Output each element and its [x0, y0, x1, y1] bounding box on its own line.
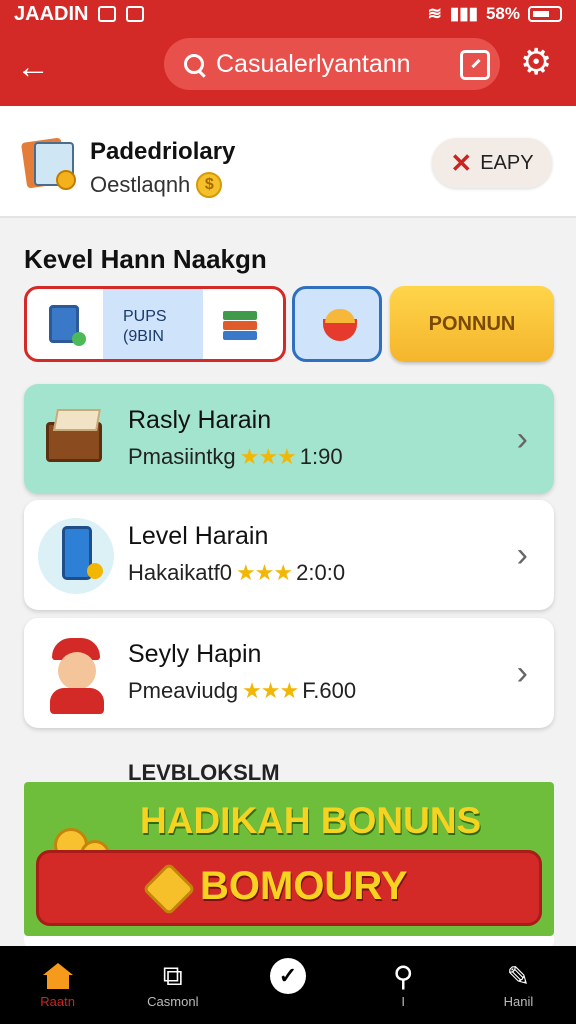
- status-bar: JAADIN ≋ ▮▮▮ 58%: [0, 0, 576, 28]
- books-icon: [223, 307, 259, 343]
- profile-row: Padedriolary Oestlaqnh $ ✕ EAPY: [0, 106, 576, 218]
- search-input[interactable]: Casualerlyantann: [164, 38, 500, 90]
- image-icon: [126, 6, 145, 22]
- list-item-subtitle: Pmeaviudg ★★★ F.600: [128, 678, 357, 703]
- category-chips: PUPS (9BIN PONNUN: [24, 286, 554, 364]
- nav-label: I: [401, 994, 406, 1009]
- profile-image: [20, 136, 78, 190]
- promo-headline: HADIKAH BONUNS: [140, 800, 482, 841]
- app-name: JAADIN: [14, 2, 89, 25]
- list-item[interactable]: Rasly Harain Pmasiintkg ★★★ 1:90 ›: [24, 384, 554, 494]
- battery-icon: [528, 6, 562, 22]
- grid-icon: ⧉: [162, 959, 183, 991]
- bonus-banner[interactable]: HADIKAH BONUNS BOMOURY: [24, 782, 554, 936]
- coin-icon: $: [196, 172, 223, 198]
- stars-icon: ★★★: [239, 444, 297, 469]
- tablet-icon: [49, 305, 86, 346]
- profile-subtitle: Oestlaqnh $: [90, 172, 223, 198]
- nav-label: Raatn: [40, 994, 75, 1009]
- nav-label: Casmonl: [147, 994, 199, 1009]
- avatar: [42, 638, 112, 714]
- list-item-title: Rasly Harain: [128, 406, 272, 434]
- home-icon: [40, 958, 76, 994]
- back-button[interactable]: ←: [16, 45, 60, 89]
- notification-icon: [98, 6, 117, 22]
- stars-icon: ★★★: [242, 678, 299, 703]
- chevron-right-icon: ›: [516, 420, 528, 458]
- profile-subtitle-text: Oestlaqnh: [90, 172, 191, 197]
- profile-title: Padedriolary: [90, 138, 236, 165]
- section-title: Kevel Hann Naakgn: [24, 244, 267, 274]
- promo-button-label: BOMOURY: [200, 864, 408, 908]
- nav-hanil[interactable]: ✎ Hanil: [461, 946, 576, 1024]
- list-item[interactable]: Level Harain Hakaikatf0 ★★★ 2:0:0 ›: [24, 500, 554, 610]
- check-icon: ✓: [270, 958, 306, 994]
- list-item[interactable]: Seyly Hapin Pmeaviudg ★★★ F.600 ›: [24, 618, 554, 728]
- arrow-left-icon: ←: [16, 48, 50, 86]
- list-item-subtitle: Hakaikatf0 ★★★ 2:0:0: [128, 560, 346, 585]
- easy-button-label: EAPY: [480, 151, 534, 174]
- chip-food[interactable]: [292, 286, 382, 362]
- location-icon: ⚲: [392, 960, 414, 992]
- phone-icon: [38, 518, 114, 594]
- nav-check[interactable]: ✓: [230, 946, 345, 1024]
- nav-location[interactable]: ⚲ I: [346, 946, 461, 1024]
- x-icon: ✕: [450, 147, 473, 178]
- chip-pups-label: PUPS (9BIN: [123, 308, 167, 345]
- gear-icon[interactable]: ⚙: [520, 44, 556, 80]
- bottom-nav: Raatn ⧉ Casmonl ✓ ⚲ I ✎ Hanil: [0, 946, 576, 1024]
- list-item-title: Level Harain: [128, 522, 269, 550]
- search-icon: [184, 54, 204, 74]
- signal-icon: ▮▮▮: [449, 4, 478, 23]
- stars-icon: ★★★: [235, 560, 293, 585]
- nav-casmonl[interactable]: ⧉ Casmonl: [115, 946, 230, 1024]
- bowl-icon: [323, 309, 357, 341]
- list-item-title: Seyly Hapin: [128, 640, 262, 668]
- chest-icon: [42, 404, 112, 474]
- list-item-subtitle: Pmasiintkg ★★★ 1:90: [128, 444, 343, 469]
- chip-pups[interactable]: PUPS (9BIN: [24, 286, 286, 362]
- chip-ponnun-button[interactable]: PONNUN: [390, 286, 554, 362]
- wifi-icon: ≋: [427, 4, 442, 23]
- battery-percent: 58%: [485, 4, 520, 23]
- chevron-right-icon: ›: [516, 536, 528, 574]
- app-header: ← Casualerlyantann ⚙: [0, 28, 576, 106]
- search-text: Casualerlyantann: [216, 49, 411, 78]
- edit-icon[interactable]: [460, 50, 490, 80]
- chevron-right-icon: ›: [516, 654, 528, 692]
- nav-label: Hanil: [503, 994, 534, 1009]
- tag-icon: ✎: [506, 960, 531, 992]
- nav-home[interactable]: Raatn: [0, 946, 115, 1024]
- easy-button[interactable]: ✕ EAPY: [432, 138, 552, 188]
